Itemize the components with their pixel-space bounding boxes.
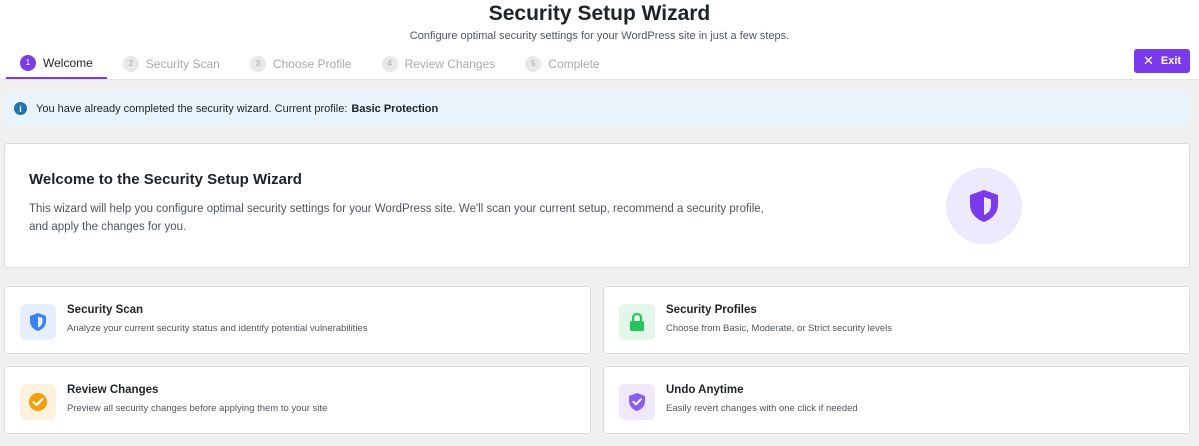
step-number: 4 — [381, 55, 398, 72]
page-subtitle: Configure optimal security settings for … — [409, 30, 790, 42]
feature-title: Undo Anytime — [666, 384, 744, 396]
step-label: Review Changes — [404, 56, 496, 71]
shield-icon — [946, 168, 1022, 244]
feature-description: Preview all security changes before appl… — [67, 403, 328, 414]
step-label: Security Scan — [145, 56, 220, 71]
feature-security-scan: Security Scan Analyze your current secur… — [4, 286, 591, 354]
step-label: Complete — [548, 56, 600, 71]
feature-title: Security Scan — [67, 304, 144, 316]
wizard-steps: 1 Welcome 2 Security Scan 3 Choose Profi… — [6, 48, 616, 80]
welcome-title: Welcome to the Security Setup Wizard — [29, 171, 302, 188]
welcome-card: Welcome to the Security Setup Wizard Thi… — [4, 143, 1190, 268]
feature-security-profiles: Security Profiles Choose from Basic, Mod… — [603, 286, 1190, 354]
shield-icon — [20, 304, 56, 340]
step-number: 5 — [525, 55, 542, 72]
feature-description: Analyze your current security status and… — [67, 323, 368, 334]
feature-title: Security Profiles — [666, 304, 757, 316]
shield-check-icon — [619, 384, 655, 420]
step-review-changes[interactable]: 4 Review Changes — [368, 48, 510, 79]
step-choose-profile[interactable]: 3 Choose Profile — [236, 48, 366, 79]
lock-icon — [619, 304, 655, 340]
feature-review-changes: Review Changes Preview all security chan… — [4, 366, 591, 434]
notice-text: You have already completed the security … — [36, 102, 348, 115]
step-complete[interactable]: 5 Complete — [511, 48, 613, 79]
step-label: Welcome — [43, 55, 93, 70]
step-number: 3 — [249, 55, 266, 72]
step-number: 1 — [20, 54, 36, 71]
step-number: 2 — [122, 55, 139, 72]
step-security-scan[interactable]: 2 Security Scan — [109, 48, 234, 79]
completed-notice: i You have already completed the securit… — [4, 92, 1190, 125]
feature-description: Easily revert changes with one click if … — [666, 403, 858, 414]
close-icon: ✕ — [1142, 53, 1154, 68]
step-welcome[interactable]: 1 Welcome — [6, 48, 107, 79]
wizard-header: Security Setup Wizard Configure optimal … — [0, 0, 1199, 80]
exit-button[interactable]: ✕ Exit — [1134, 49, 1190, 73]
exit-label: Exit — [1160, 55, 1182, 67]
info-icon: i — [14, 102, 27, 115]
check-circle-icon — [20, 384, 56, 420]
feature-description: Choose from Basic, Moderate, or Strict s… — [666, 323, 892, 334]
current-profile: Basic Protection — [351, 102, 439, 115]
page-title: Security Setup Wizard — [488, 2, 711, 25]
welcome-text: This wizard will help you configure opti… — [29, 203, 764, 233]
feature-title: Review Changes — [67, 384, 159, 396]
feature-undo-anytime: Undo Anytime Easily revert changes with … — [603, 366, 1190, 434]
step-label: Choose Profile — [272, 56, 352, 71]
